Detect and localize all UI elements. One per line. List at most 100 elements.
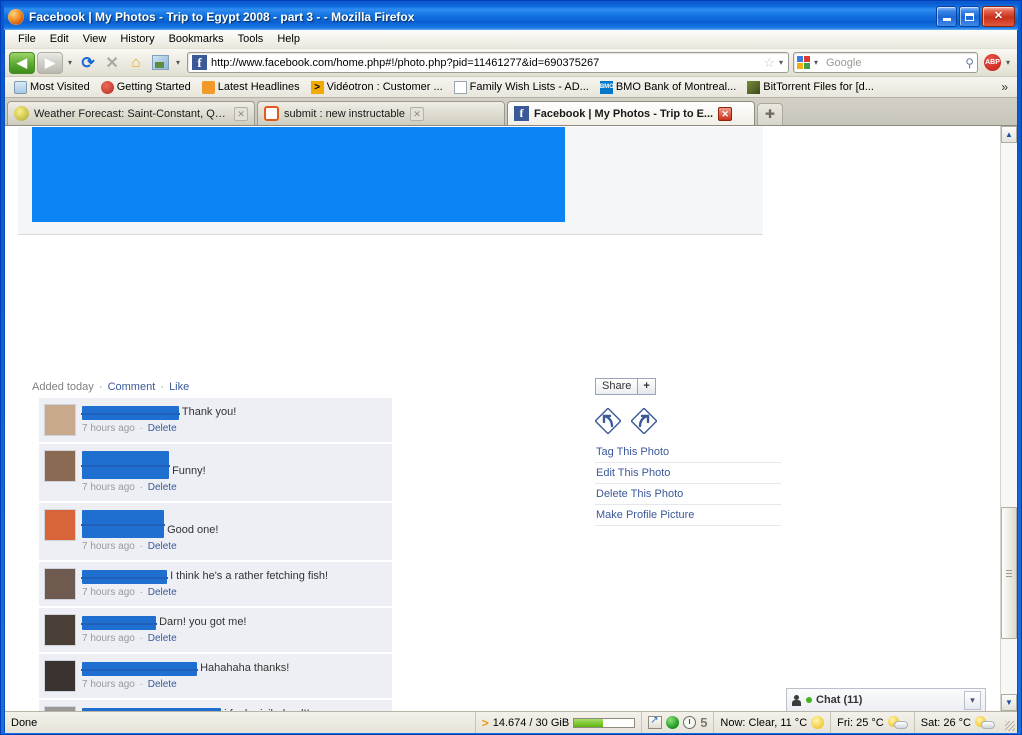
tab-submit-new-instructable[interactable]: submit : new instructable ✕ (257, 101, 505, 125)
vertical-scrollbar[interactable]: ▲ ▼ (1000, 126, 1017, 711)
external-link-icon[interactable] (648, 715, 663, 729)
menu-bookmarks[interactable]: Bookmarks (162, 31, 231, 47)
bookmark-bmo[interactable]: BMO BMO Bank of Montreal... (596, 80, 740, 95)
comment-delete-link[interactable]: Delete (148, 482, 177, 493)
avatar[interactable] (44, 568, 76, 600)
forward-button[interactable]: ▶ (37, 51, 63, 74)
reload-icon[interactable]: ⟳ (77, 52, 99, 74)
edit-this-photo-link[interactable]: Edit This Photo (595, 463, 781, 484)
avatar[interactable] (44, 614, 76, 646)
tab-close-icon[interactable]: ✕ (410, 106, 425, 121)
avatar[interactable] (44, 404, 76, 436)
comment-author-name[interactable]: Asif Parmalo (81, 616, 157, 630)
tab-close-icon[interactable]: ✕ (718, 106, 733, 121)
home-icon[interactable]: ⌂ (125, 52, 147, 74)
tag-this-photo-link[interactable]: Tag This Photo (595, 442, 781, 463)
separator: · (136, 633, 146, 644)
chat-bar[interactable]: Chat (11) ▾ (786, 688, 986, 711)
address-bar[interactable]: f http://www.facebook.com/home.php#!/pho… (187, 52, 789, 73)
scroll-up-button[interactable]: ▲ (1001, 126, 1017, 143)
bookmark-bittorrent[interactable]: BitTorrent Files for [d... (743, 80, 878, 95)
adblock-plus-icon[interactable]: ABP (983, 54, 1001, 71)
comment-body: Sabrina Holly Poirier Hahahaha thanks! 7 … (81, 660, 386, 692)
weather-now-cell[interactable]: Now: Clear, 11 °C (714, 712, 832, 733)
like-link[interactable]: Like (169, 381, 189, 393)
avatar[interactable] (44, 450, 76, 482)
bookmark-latest-headlines[interactable]: Latest Headlines (198, 80, 304, 95)
bookmark-star-icon[interactable]: ☆ (759, 55, 779, 71)
stop-icon[interactable]: ✕ (101, 52, 123, 74)
sun-cloud-icon (887, 716, 908, 729)
green-status-icon[interactable] (666, 716, 680, 729)
url-text[interactable]: http://www.facebook.com/home.php#!/photo… (211, 57, 759, 69)
comment-author-name[interactable]: Sarah E. Harvey (81, 570, 168, 584)
url-dropdown-icon[interactable]: ▾ (779, 58, 786, 67)
status-icons-cell[interactable]: 5 (642, 712, 715, 733)
weather-saturday-cell[interactable]: Sat: 26 °C (915, 712, 1001, 733)
search-engine-dropdown-icon[interactable]: ▾ (811, 58, 821, 67)
comment-author-name[interactable]: Danica A. Tasker (81, 451, 170, 479)
tab-close-icon[interactable]: ✕ (234, 106, 248, 121)
clock-icon[interactable] (683, 716, 697, 729)
comment-delete-link[interactable]: Delete (148, 541, 177, 552)
bookmarks-overflow-icon[interactable]: » (1001, 80, 1012, 94)
avatar[interactable] (44, 706, 76, 711)
chevron-down-icon[interactable]: ▾ (964, 690, 981, 710)
avatar[interactable] (44, 509, 76, 541)
comment-author-name[interactable]: Joseph Halloran (81, 406, 180, 420)
maximize-button[interactable] (959, 6, 980, 27)
menu-tools[interactable]: Tools (231, 31, 271, 47)
scroll-down-button[interactable]: ▼ (1001, 694, 1017, 711)
tab-weather-forecast[interactable]: Weather Forecast: Saint-Constant, Qu... … (7, 101, 255, 125)
comments-list: Joseph Halloran Thank you! 7 hours ago · … (39, 398, 392, 711)
history-dropdown-icon[interactable]: ▾ (65, 58, 75, 67)
search-box[interactable]: ▾ Google ⚲ (792, 52, 978, 73)
weather-now-text: Now: Clear, 11 °C (720, 716, 808, 729)
scrollbar-track[interactable] (1001, 143, 1017, 694)
comment-delete-link[interactable]: Delete (148, 633, 177, 644)
menu-edit[interactable]: Edit (43, 31, 76, 47)
minimize-button[interactable] (936, 6, 957, 27)
menu-file[interactable]: File (11, 31, 43, 47)
bittorrent-transfer-cell[interactable]: > 14.674 / 30 GiB (476, 712, 643, 733)
delete-this-photo-link[interactable]: Delete This Photo (595, 484, 781, 505)
comment-delete-link[interactable]: Delete (148, 587, 177, 598)
resize-grip-icon[interactable] (1001, 712, 1017, 733)
photo-image[interactable] (32, 127, 565, 222)
sun-cloud-icon (975, 716, 995, 729)
comment-body: Asif Parmalo Darn! you got me! 7 hours ag… (81, 614, 386, 646)
comment-delete-link[interactable]: Delete (148, 679, 177, 690)
search-icon[interactable]: ⚲ (965, 56, 974, 70)
new-tab-button[interactable]: ✚ (757, 103, 783, 125)
bookmark-getting-started[interactable]: Getting Started (97, 80, 195, 95)
menu-view[interactable]: View (76, 31, 114, 47)
bookmark-family-wish-lists[interactable]: Family Wish Lists - AD... (450, 80, 593, 95)
comment-link[interactable]: Comment (108, 381, 156, 393)
menu-help[interactable]: Help (270, 31, 307, 47)
feed-preview-icon[interactable] (149, 52, 171, 74)
back-button[interactable]: ◀ (9, 51, 35, 74)
make-profile-picture-link[interactable]: Make Profile Picture (595, 505, 781, 526)
comment-author-name[interactable]: DeeDee Buttons (81, 510, 165, 538)
rotate-right-icon[interactable] (631, 408, 657, 434)
menu-history[interactable]: History (113, 31, 161, 47)
scrollbar-thumb[interactable] (1001, 506, 1017, 639)
share-plus-icon[interactable]: + (637, 379, 655, 394)
weather-friday-cell[interactable]: Fri: 25 °C (831, 712, 915, 733)
tab-facebook-my-photos[interactable]: f Facebook | My Photos - Trip to E... ✕ (507, 101, 755, 125)
comment-timestamp: 7 hours ago (82, 587, 135, 598)
comment-author-name[interactable]: Sabrina Holly Poirier (81, 662, 198, 676)
toolbar-overflow-icon[interactable]: ▾ (1003, 58, 1013, 67)
tab-label: Facebook | My Photos - Trip to E... (534, 107, 714, 120)
bookmark-videotron[interactable]: > Vidéotron : Customer ... (307, 80, 447, 95)
comment-row: Sarah E. Harvey I think he's a rather fe… (39, 562, 392, 606)
comment-delete-link[interactable]: Delete (148, 423, 177, 434)
comment-author-name[interactable]: Adrienne Terry Harligan (82, 708, 221, 711)
bookmark-most-visited[interactable]: Most Visited (10, 80, 94, 95)
share-button[interactable]: Share + (595, 378, 656, 395)
feed-dropdown-icon[interactable]: ▾ (173, 58, 183, 67)
rotate-left-icon[interactable] (595, 408, 621, 434)
search-input[interactable]: Google (821, 57, 965, 69)
avatar[interactable] (44, 660, 76, 692)
close-button[interactable]: ✕ (982, 6, 1015, 27)
